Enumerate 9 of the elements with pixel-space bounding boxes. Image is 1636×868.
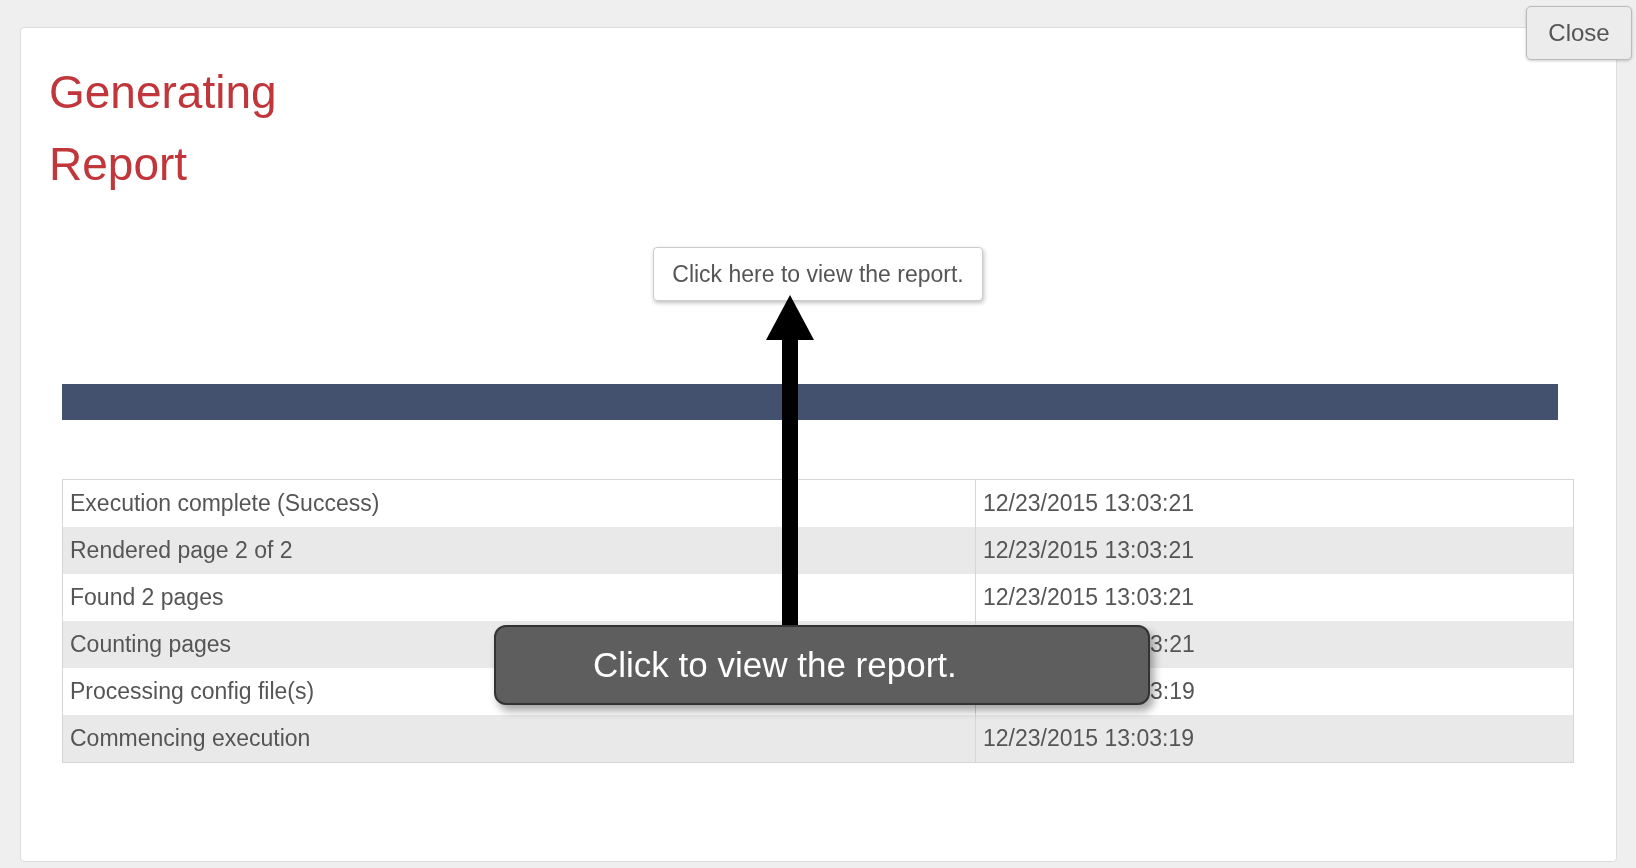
log-message-cell: Commencing execution <box>62 715 976 763</box>
close-button[interactable]: Close <box>1526 6 1632 60</box>
dialog-title: Report <box>49 137 189 192</box>
view-report-button[interactable]: Click here to view the report. <box>653 247 983 301</box>
log-time-cell: 12/23/2015 13:03:21 <box>975 527 1574 574</box>
callout-tooltip: Click to view the report. <box>494 625 1150 705</box>
log-time-cell: 12/23/2015 13:03:19 <box>975 715 1574 763</box>
dialog-title: Generating <box>49 65 278 120</box>
log-message-cell: Rendered page 2 of 2 <box>62 527 976 574</box>
